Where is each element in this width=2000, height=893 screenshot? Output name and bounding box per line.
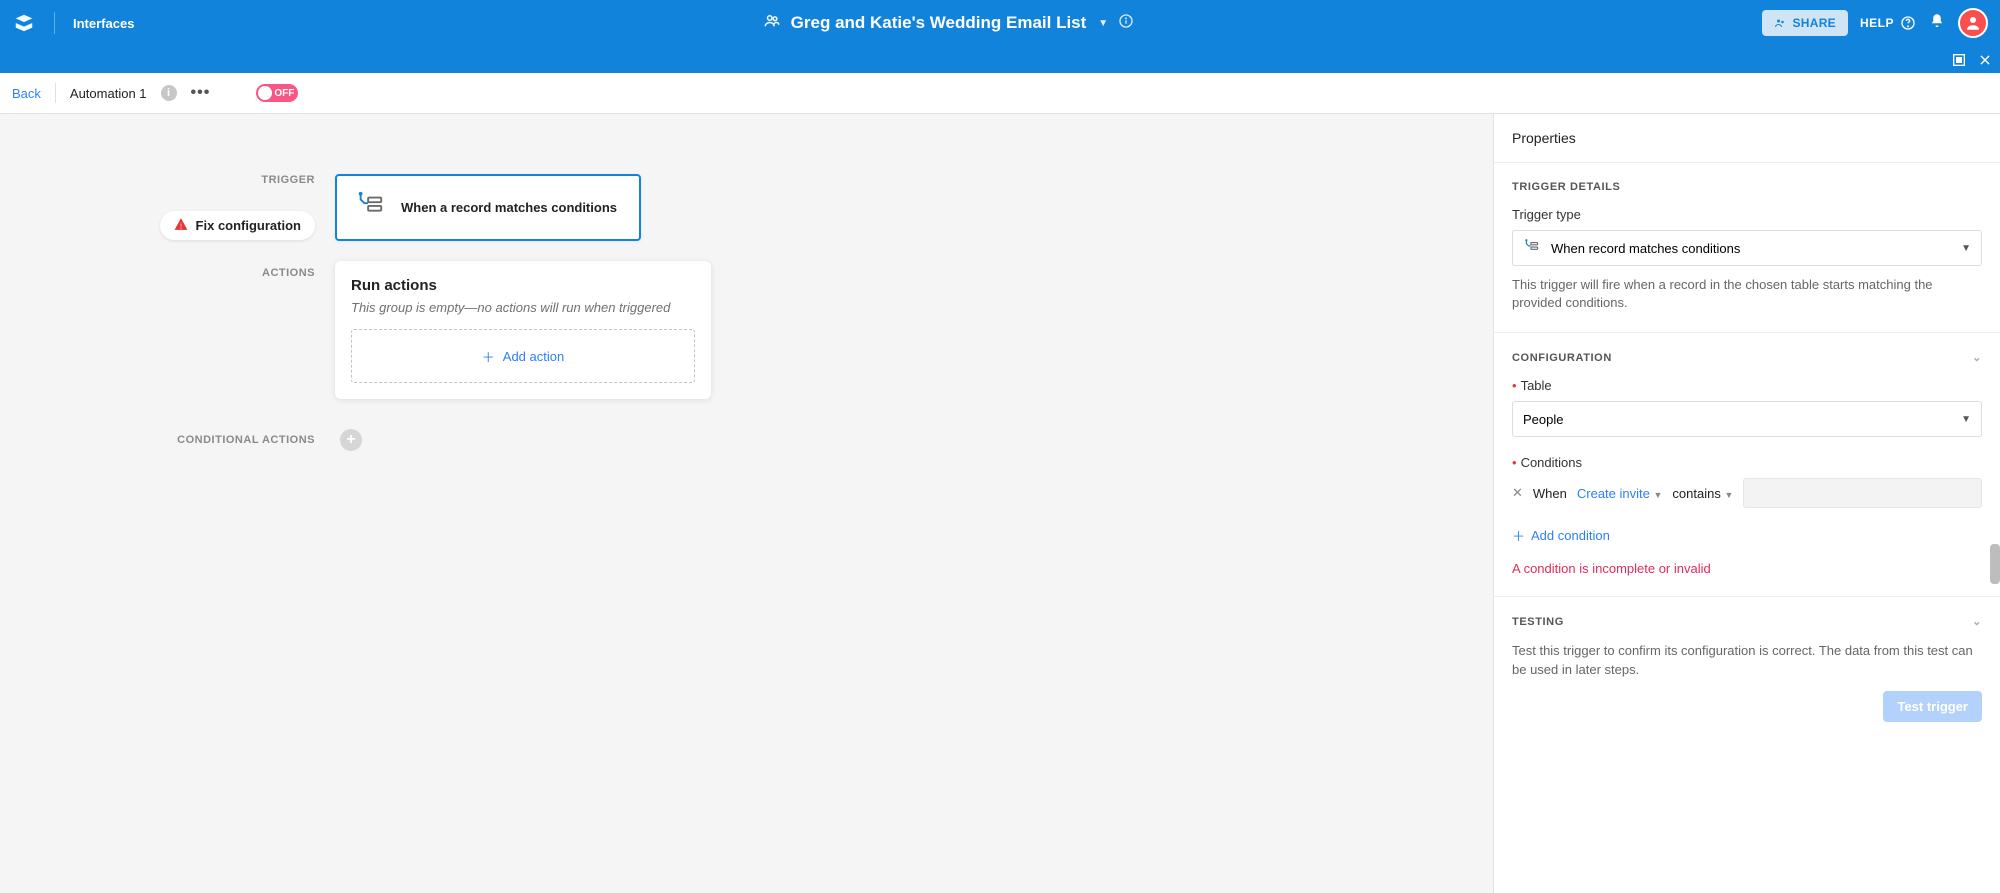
testing-hint: Test this trigger to confirm its configu… [1512, 642, 1982, 678]
trigger-type-label: Trigger type [1512, 207, 1982, 222]
trigger-type-icon [1523, 238, 1541, 259]
test-trigger-button[interactable]: Test trigger [1883, 691, 1982, 722]
table-select[interactable]: People ▼ [1512, 401, 1982, 437]
fix-label: Fix configuration [196, 218, 301, 233]
toggle-label: OFF [272, 88, 296, 99]
warning-icon [174, 217, 188, 234]
toggle-knob [258, 86, 272, 100]
fullscreen-icon[interactable] [1948, 49, 1970, 71]
condition-error-text: A condition is incomplete or invalid [1512, 561, 1982, 576]
share-button[interactable]: SHARE [1762, 10, 1848, 36]
actions-card: Run actions This group is empty—no actio… [335, 261, 711, 399]
testing-title: TESTING [1512, 616, 1564, 628]
table-label: Table [1521, 378, 1552, 393]
divider [55, 83, 56, 103]
trigger-flow-icon [355, 190, 385, 225]
condition-field-select[interactable]: Create invite ▼ [1577, 486, 1663, 501]
info-icon[interactable] [1118, 13, 1134, 34]
actions-section-label: ACTIONS [0, 267, 315, 279]
chevron-down-icon[interactable]: ⌄ [1972, 615, 1982, 628]
table-value: People [1523, 412, 1563, 427]
app-logo-icon[interactable] [12, 11, 36, 35]
condition-operator-select[interactable]: contains ▼ [1672, 486, 1733, 501]
caret-down-icon: ▼ [1961, 414, 1971, 425]
more-menu-icon[interactable]: ••• [191, 84, 211, 102]
notifications-icon[interactable] [1928, 12, 1946, 35]
help-button[interactable]: HELP [1860, 15, 1916, 31]
fix-configuration-pill[interactable]: Fix configuration [160, 211, 315, 240]
top-bar-secondary [0, 46, 2000, 73]
trigger-title: When a record matches conditions [401, 200, 617, 215]
conditional-actions-label: CONDITIONAL ACTIONS [0, 434, 315, 446]
condition-row: ✕ When Create invite ▼ contains ▼ [1512, 478, 1982, 508]
configuration-section: CONFIGURATION ⌄ •Table People ▼ •Conditi… [1494, 333, 2000, 597]
info-badge-icon[interactable]: i [161, 85, 177, 101]
close-icon[interactable] [1974, 49, 1996, 71]
caret-down-icon: ▼ [1098, 18, 1108, 29]
automation-toggle[interactable]: OFF [256, 84, 298, 102]
trigger-details-section: TRIGGER DETAILS Trigger type When record… [1494, 163, 2000, 333]
trigger-details-title: TRIGGER DETAILS [1512, 181, 1982, 193]
properties-header: Properties [1494, 114, 2000, 163]
add-condition-button[interactable]: ＋ Add condition [1512, 526, 1982, 545]
share-label: SHARE [1792, 16, 1836, 30]
automation-header: Back Automation 1 i ••• OFF [0, 73, 2000, 114]
plus-icon: ＋ [482, 347, 495, 366]
properties-panel: Properties TRIGGER DETAILS Trigger type … [1493, 114, 2000, 893]
base-title-area[interactable]: Greg and Katie's Wedding Email List ▼ [142, 12, 1754, 35]
add-conditional-action-button[interactable]: + [340, 429, 362, 451]
base-title: Greg and Katie's Wedding Email List [791, 13, 1087, 33]
main-area: TRIGGER Fix configuration When a record … [0, 114, 2000, 893]
back-button[interactable]: Back [12, 86, 41, 101]
configuration-title: CONFIGURATION [1512, 352, 1612, 364]
chevron-down-icon[interactable]: ⌄ [1972, 351, 1982, 364]
trigger-section-label: TRIGGER [0, 174, 315, 186]
empty-actions-text: This group is empty—no actions will run … [351, 300, 695, 315]
automation-canvas: TRIGGER Fix configuration When a record … [0, 114, 1493, 893]
testing-section: TESTING ⌄ Test this trigger to confirm i… [1494, 597, 2000, 741]
condition-value-input[interactable] [1743, 478, 1982, 508]
trigger-card[interactable]: When a record matches conditions [335, 174, 641, 241]
caret-down-icon: ▼ [1961, 243, 1971, 254]
user-avatar[interactable] [1958, 8, 1988, 38]
plus-icon: ＋ [1512, 526, 1525, 545]
trigger-type-select[interactable]: When record matches conditions ▼ [1512, 230, 1982, 266]
help-label: HELP [1860, 16, 1894, 30]
divider [54, 12, 55, 34]
when-label: When [1533, 486, 1567, 501]
add-action-label: Add action [503, 349, 564, 364]
add-action-button[interactable]: ＋ Add action [351, 329, 695, 383]
top-bar: Interfaces Greg and Katie's Wedding Emai… [0, 0, 2000, 46]
automation-name: Automation 1 [70, 86, 147, 101]
remove-condition-icon[interactable]: ✕ [1512, 485, 1523, 501]
scrollbar-thumb[interactable] [1990, 544, 2000, 584]
run-actions-title: Run actions [351, 277, 695, 294]
trigger-hint: This trigger will fire when a record in … [1512, 276, 1982, 312]
conditions-label: Conditions [1521, 455, 1582, 470]
people-icon [763, 12, 781, 35]
trigger-type-value: When record matches conditions [1551, 241, 1740, 256]
interfaces-link[interactable]: Interfaces [73, 16, 134, 31]
add-condition-label: Add condition [1531, 528, 1610, 543]
